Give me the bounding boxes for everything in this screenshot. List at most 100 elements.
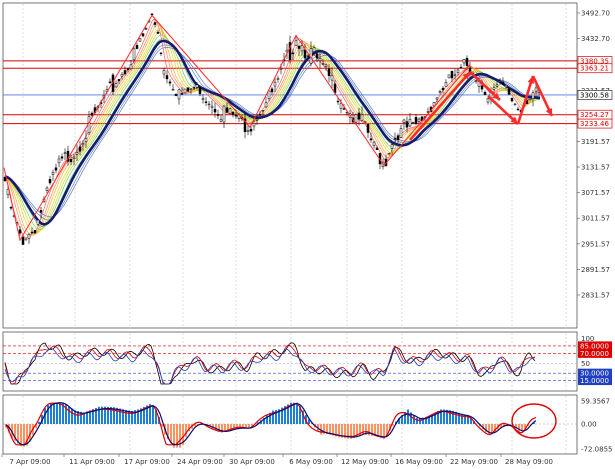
candle-body <box>117 79 121 82</box>
candle-body <box>435 97 439 100</box>
candle-body <box>264 102 268 108</box>
candle-body <box>123 70 127 75</box>
time-axis-label: 12 May 09:00 <box>341 458 389 466</box>
candle-body <box>3 177 7 182</box>
price-axis-label: 3071.57 <box>581 189 610 197</box>
candle-body <box>513 103 517 105</box>
candle-body <box>126 68 130 71</box>
candle-body <box>339 103 343 109</box>
candle-body <box>450 70 454 79</box>
macd-histogram-bar <box>296 402 298 424</box>
candle-body <box>162 70 166 75</box>
candle-body <box>456 69 460 73</box>
price-axis-label: 3191.57 <box>581 138 610 146</box>
candle-body <box>225 107 229 113</box>
candle-body <box>135 45 139 49</box>
candle-body <box>270 88 274 93</box>
rsi-level-label: 70.0000 <box>580 350 609 358</box>
candle-body <box>132 48 136 61</box>
candle-body <box>372 141 376 146</box>
candle-body <box>408 118 412 127</box>
candle-body <box>294 40 298 46</box>
candle-body <box>165 75 169 80</box>
trading-chart[interactable]: 3492.703432.703371.573311.573251.573191.… <box>0 0 615 469</box>
candle-body <box>504 85 508 88</box>
candle-body <box>276 78 280 80</box>
macd-histogram-bar <box>125 409 127 424</box>
candle-body <box>195 84 199 88</box>
candle-body <box>84 138 88 142</box>
time-axis-label: 17 Apr 09:00 <box>124 458 170 466</box>
macd-axis-label: 59.3567 <box>581 398 610 406</box>
price-axis-label: 2891.57 <box>581 266 610 274</box>
candle-body <box>501 81 505 85</box>
candle-body <box>177 89 181 100</box>
candle-body <box>453 74 457 76</box>
rsi-axis-label: 50 <box>581 360 590 368</box>
candle-body <box>138 38 142 42</box>
candle-body <box>363 120 367 123</box>
candle-body <box>465 57 469 66</box>
candle-body <box>81 143 85 146</box>
candle-body <box>60 156 64 159</box>
candle-body <box>354 114 358 123</box>
macd-histogram-bar <box>56 402 58 424</box>
price-axis-label: 3011.57 <box>581 215 610 223</box>
macd-histogram-bar <box>377 424 379 437</box>
candle-body <box>417 118 421 122</box>
candle-body <box>90 112 94 116</box>
candle-body <box>36 219 40 225</box>
candle-body <box>492 87 496 90</box>
macd-histogram-bar <box>20 424 22 447</box>
candle-body <box>24 238 28 241</box>
candle-body <box>444 82 448 87</box>
candle-body <box>534 87 538 92</box>
candle-body <box>387 152 391 155</box>
macd-histogram-bar <box>74 410 76 424</box>
price-axis-label: 2831.57 <box>581 292 610 300</box>
candle-body <box>180 93 184 95</box>
candle-body <box>51 171 55 175</box>
price-axis-label: 2951.57 <box>581 240 610 248</box>
candle-body <box>246 130 250 132</box>
candle-body <box>447 74 451 79</box>
candle-body <box>171 88 175 91</box>
candle-body <box>30 231 34 234</box>
candle-body <box>498 80 502 83</box>
candle-body <box>414 117 418 124</box>
candle-body <box>192 87 196 89</box>
candle-body <box>510 97 514 102</box>
candle-body <box>360 114 364 121</box>
candle-body <box>258 113 262 116</box>
candle-body <box>204 101 208 103</box>
rsi-pane[interactable] <box>2 331 578 392</box>
candle-body <box>120 74 124 77</box>
level-price-label: 3363.21 <box>580 65 609 73</box>
candle-body <box>159 52 163 54</box>
candle-body <box>54 167 58 171</box>
candle-body <box>321 63 325 65</box>
time-axis-label: 16 May 09:00 <box>395 458 443 466</box>
candle-body <box>303 49 307 59</box>
candle-body <box>441 87 445 91</box>
level-price-label: 3233.46 <box>580 120 609 128</box>
candle-body <box>63 152 67 154</box>
time-axis-label: 22 May 09:00 <box>450 458 498 466</box>
candle-body <box>201 98 205 100</box>
candle-body <box>9 207 13 209</box>
candle-body <box>174 94 178 96</box>
candle-body <box>279 68 283 70</box>
rsi-level-label: 15.0000 <box>580 377 609 385</box>
candle-body <box>141 33 145 37</box>
candle-body <box>27 234 31 239</box>
macd-histogram-bar <box>53 402 55 424</box>
candle-body <box>261 110 265 112</box>
price-axis-label: 3432.70 <box>581 35 610 43</box>
candle-body <box>516 108 520 111</box>
macd-histogram-bar <box>71 408 73 424</box>
candle-body <box>207 103 211 106</box>
candle-body <box>108 81 112 83</box>
candle-body <box>129 64 133 70</box>
candle-body <box>78 146 82 152</box>
candle-body <box>39 210 43 213</box>
